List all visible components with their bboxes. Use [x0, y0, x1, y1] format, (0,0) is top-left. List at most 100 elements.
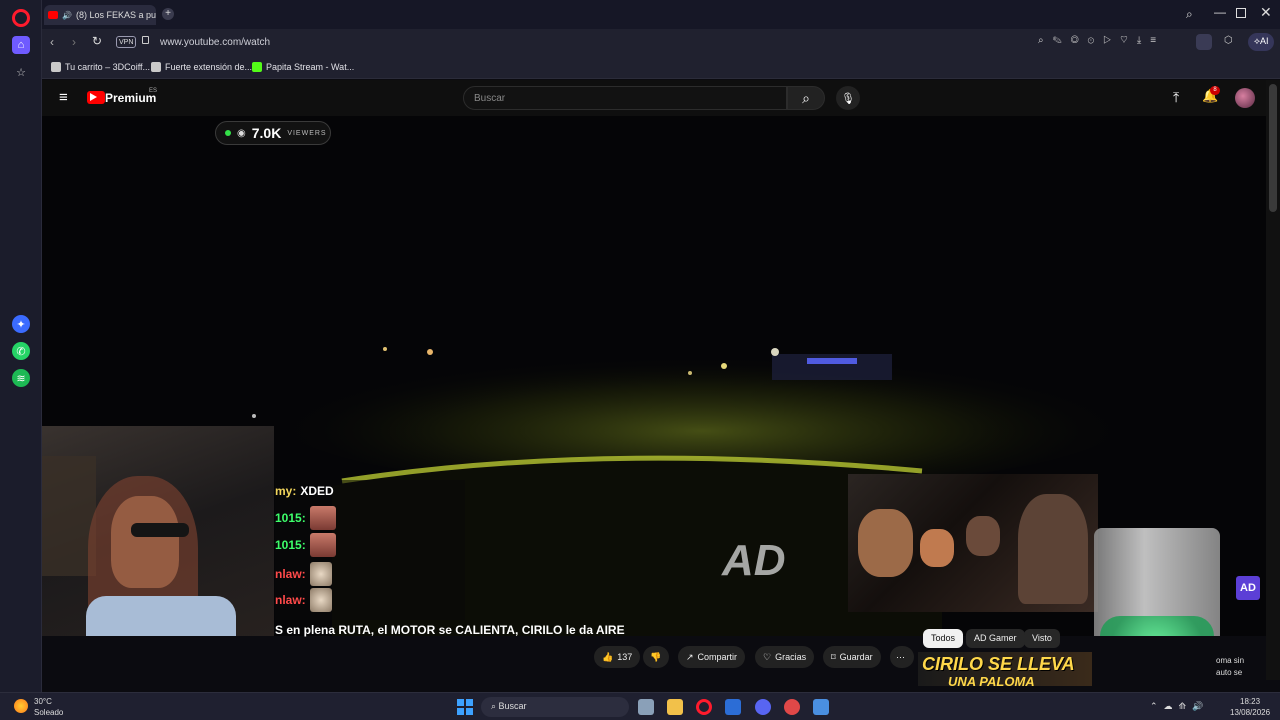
- driver-image: [1018, 494, 1088, 604]
- thanks-label: Gracias: [775, 652, 807, 662]
- address-bar-row: ‹ › ↻ VPN www.youtube.com/watch ⌕✎◎⊙▷♡⤓≡…: [42, 29, 1280, 56]
- region-label: ES: [149, 88, 158, 94]
- opera-taskbar-icon[interactable]: [696, 699, 712, 715]
- play-triangle-icon: [90, 93, 97, 101]
- channel-side-logo: AD: [1236, 576, 1260, 600]
- share-button[interactable]: ↗ Compartir: [678, 646, 746, 668]
- video-player[interactable]: AD AD: [42, 116, 1266, 636]
- chat-message: 1015:: [275, 506, 336, 530]
- more-actions-button[interactable]: ⋯: [890, 646, 914, 668]
- heart-dollar-icon: ♡: [763, 651, 772, 662]
- search-icon: ⌕: [491, 701, 499, 711]
- windows-start-icon[interactable]: [457, 699, 473, 715]
- like-button[interactable]: 👍 137: [594, 646, 641, 668]
- upload-icon[interactable]: ⤒: [1173, 89, 1179, 106]
- recommended-title-line: oma sin: [1216, 656, 1245, 665]
- ad-watermark: AD: [722, 536, 786, 585]
- chat-message: nlaw:: [275, 588, 332, 612]
- chip-watched[interactable]: Visto: [1024, 629, 1060, 648]
- car-cam-video: [848, 474, 1098, 612]
- address-bar-tools[interactable]: ⌕✎◎⊙▷♡⤓≡: [1038, 35, 1165, 46]
- chat-text: XDED: [300, 484, 334, 498]
- chat-user: nlaw:: [275, 593, 306, 607]
- star-icon[interactable]: ☆: [12, 63, 30, 81]
- clock-time: 18:23: [1240, 697, 1261, 706]
- sunglasses-image: [131, 523, 189, 537]
- scroll-thumb[interactable]: [1269, 84, 1277, 212]
- task-view-icon[interactable]: [638, 699, 654, 715]
- temperature: 30°C: [34, 697, 52, 706]
- mic-icon: 🎙: [841, 92, 855, 105]
- vpn-badge[interactable]: VPN: [116, 36, 137, 48]
- streamer-webcam: [42, 426, 274, 636]
- chat-user: my:: [275, 484, 297, 498]
- forward-icon[interactable]: ›: [72, 35, 76, 49]
- thumbnail-title: CIRILO SE LLEVA: [922, 654, 1075, 674]
- chip-ad-gamer[interactable]: AD Gamer: [966, 629, 1025, 648]
- system-tray-icons[interactable]: ⌃☁⟰🔊: [1150, 701, 1209, 712]
- opera-sidebar: ⌂ ☆ ✦ ✆ ≋: [0, 0, 42, 692]
- ai-button[interactable]: ⟡AI: [1248, 33, 1275, 51]
- weather-icon[interactable]: [14, 699, 28, 713]
- recommended-title[interactable]: oma sin auto se: [1216, 655, 1244, 679]
- avatar[interactable]: [1235, 88, 1255, 108]
- save-button[interactable]: ⌑ Guardar: [823, 646, 881, 668]
- tab-title: (8) Los FEKAS a punto: [75, 10, 156, 20]
- thanks-button[interactable]: ♡ Gracias: [755, 646, 815, 668]
- chat-user: 1015:: [275, 538, 306, 552]
- search-input[interactable]: Buscar: [463, 86, 787, 110]
- streamer-top-image: [86, 596, 236, 636]
- spotify-icon[interactable]: ≋: [12, 369, 30, 387]
- chat-user: nlaw:: [275, 567, 306, 581]
- recommended-title-line: auto se: [1216, 668, 1243, 677]
- chat-emote-image: [309, 562, 332, 586]
- file-explorer-icon[interactable]: [667, 699, 683, 715]
- home-icon[interactable]: ⌂: [12, 36, 30, 54]
- close-window-button[interactable]: ✕: [1260, 4, 1272, 21]
- back-icon[interactable]: ‹: [50, 35, 54, 49]
- speaker-icon: 🔊: [62, 10, 72, 20]
- discord-icon[interactable]: [755, 699, 771, 715]
- bookmark-item[interactable]: Tu carrito – 3DCoiff...: [51, 62, 150, 72]
- bookmark-item[interactable]: Papita Stream - Wat...: [252, 62, 354, 72]
- tab-active[interactable]: 🔊 (8) Los FEKAS a punto: [44, 5, 156, 25]
- extensions-icon[interactable]: ⬡: [1224, 35, 1233, 46]
- app-taskbar-icon[interactable]: [725, 699, 741, 715]
- new-tab-button[interactable]: +: [162, 8, 174, 20]
- voice-search-button[interactable]: 🎙: [836, 86, 860, 110]
- thumbs-down-icon: 👎: [650, 651, 662, 662]
- taskbar-search[interactable]: ⌕ Buscar: [481, 697, 629, 717]
- profile-icon[interactable]: [1196, 34, 1212, 50]
- maximize-button[interactable]: [1236, 8, 1246, 18]
- recommended-thumbnail[interactable]: CIRILO SE LLEVA UNA PALOMA: [918, 652, 1092, 686]
- url-field[interactable]: www.youtube.com/watch: [160, 37, 270, 48]
- dislike-button[interactable]: 👎: [643, 646, 669, 668]
- minimize-button[interactable]: —: [1214, 5, 1226, 19]
- bookmark-favicon-icon: [51, 62, 61, 72]
- viewers-label: VIEWERS: [287, 129, 327, 137]
- tab-search-icon[interactable]: ⌕: [1186, 7, 1193, 22]
- taskbar-search-label: Buscar: [498, 701, 527, 711]
- ai-label: AI: [1259, 36, 1269, 46]
- reload-icon[interactable]: ↻: [92, 34, 102, 48]
- bookmark-item[interactable]: Fuerte extensión de...: [151, 62, 252, 72]
- menu-icon[interactable]: ≡: [59, 89, 68, 106]
- chip-all[interactable]: Todos: [923, 629, 964, 648]
- chat-emote-image: [309, 506, 336, 530]
- app-taskbar-icon[interactable]: [784, 699, 800, 715]
- bookmark-label: Tu carrito – 3DCoiff...: [65, 62, 151, 72]
- windows-taskbar: 30°C Soleado ⌕ Buscar ⌃☁⟰🔊 18:23 13/08/2…: [0, 692, 1280, 720]
- whatsapp-icon[interactable]: ✆: [12, 342, 30, 360]
- opera-logo-icon[interactable]: [12, 9, 30, 27]
- lock-icon: [142, 36, 149, 44]
- page-scrollbar[interactable]: [1266, 80, 1280, 680]
- bookmarks-bar: Tu carrito – 3DCoiff... Fuerte extensión…: [42, 56, 1280, 79]
- search-button[interactable]: ⌕: [787, 86, 825, 110]
- chat-user: 1015:: [275, 511, 306, 525]
- chat-emote-image: [309, 533, 336, 557]
- youtube-header: ≡ Premium ES Buscar ⌕ 🎙 ⤒ 🔔 8: [42, 80, 1266, 116]
- settings-icon[interactable]: [813, 699, 829, 715]
- messenger-icon[interactable]: ✦: [12, 315, 30, 333]
- weather-label: Soleado: [34, 708, 64, 717]
- bookmark-label: Fuerte extensión de...: [165, 62, 253, 72]
